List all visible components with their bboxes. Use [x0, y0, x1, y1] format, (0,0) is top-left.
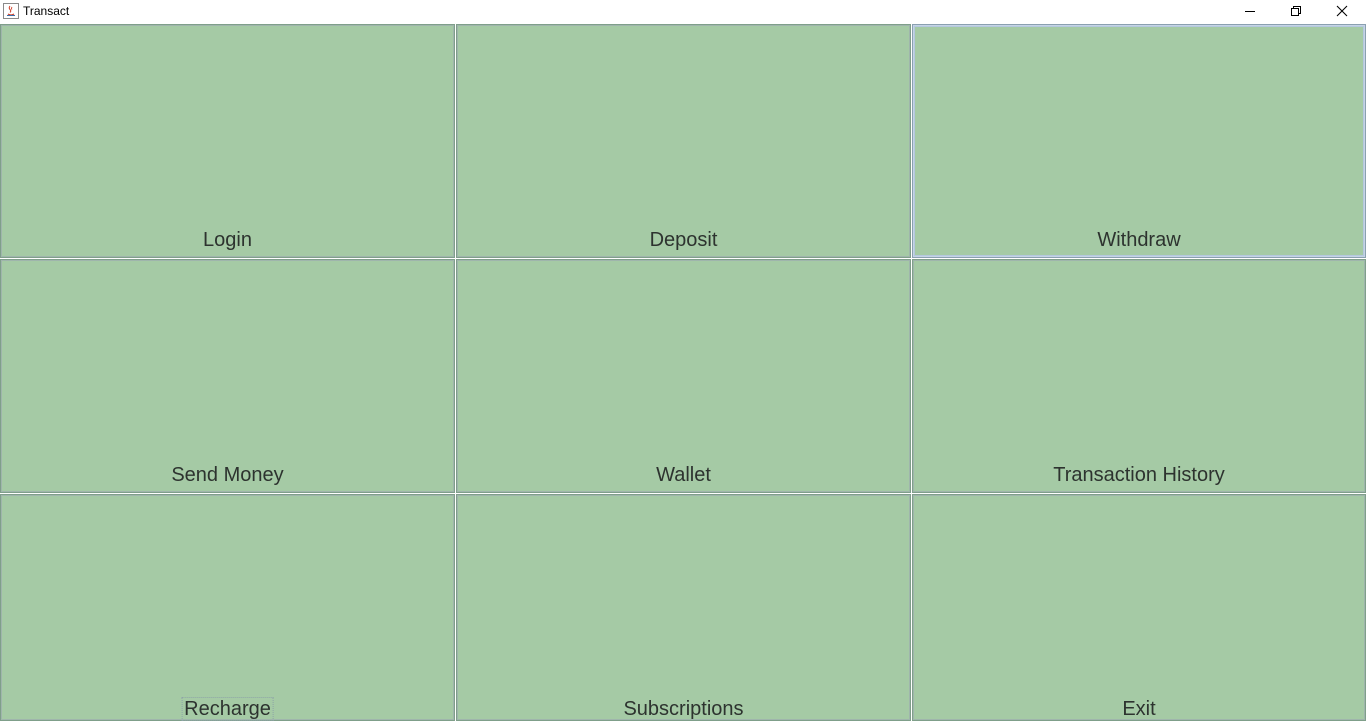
wallet-button[interactable]: Wallet	[456, 259, 911, 493]
restore-button[interactable]	[1273, 0, 1319, 22]
deposit-label: Deposit	[649, 229, 718, 251]
recharge-label: Recharge	[181, 697, 274, 721]
title-bar[interactable]: Transact	[0, 0, 1366, 23]
close-icon	[1336, 5, 1348, 17]
window-title: Transact	[23, 4, 70, 18]
login-button[interactable]: Login	[0, 24, 455, 258]
subscriptions-label: Subscriptions	[623, 698, 744, 720]
restore-icon	[1291, 6, 1301, 16]
minimize-button[interactable]	[1227, 0, 1273, 22]
withdraw-button[interactable]: Withdraw	[912, 24, 1366, 258]
close-button[interactable]	[1319, 0, 1365, 22]
transaction-history-label: Transaction History	[1053, 464, 1225, 486]
login-label: Login	[203, 229, 252, 251]
minimize-icon	[1245, 11, 1255, 12]
app-window: Transact Login Deposit Withdraw Send Mon…	[0, 0, 1366, 721]
java-app-icon	[3, 3, 19, 19]
exit-label: Exit	[1122, 698, 1156, 720]
send-money-label: Send Money	[171, 464, 284, 486]
recharge-button[interactable]: Recharge	[0, 494, 455, 721]
deposit-button[interactable]: Deposit	[456, 24, 911, 258]
withdraw-label: Withdraw	[1097, 229, 1181, 251]
subscriptions-button[interactable]: Subscriptions	[456, 494, 911, 721]
transaction-history-button[interactable]: Transaction History	[912, 259, 1366, 493]
exit-button[interactable]: Exit	[912, 494, 1366, 721]
send-money-button[interactable]: Send Money	[0, 259, 455, 493]
wallet-label: Wallet	[656, 464, 711, 486]
